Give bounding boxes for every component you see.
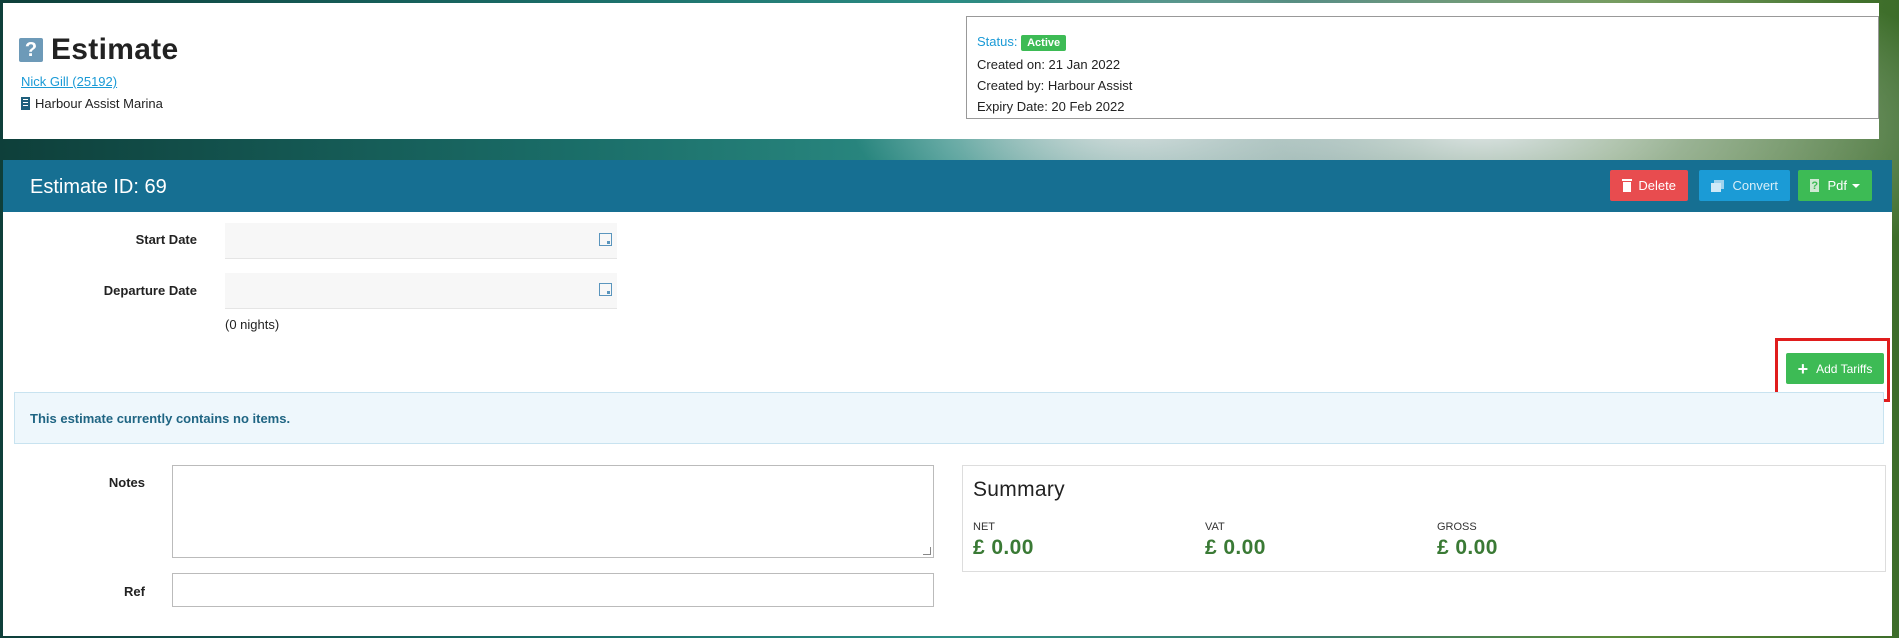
caret-down-icon (1852, 183, 1860, 188)
resize-handle[interactable] (923, 547, 931, 555)
summary-panel: Summary NET £ 0.00 VAT £ 0.00 GROSS £ 0.… (962, 465, 1886, 572)
ref-input[interactable] (172, 573, 934, 607)
add-tariffs-label: Add Tariffs (1816, 361, 1873, 376)
add-tariffs-button[interactable]: + Add Tariffs (1786, 353, 1884, 384)
gross-total: GROSS £ 0.00 (1437, 521, 1498, 560)
status-row: Status: Active (977, 31, 1868, 54)
net-label: NET (973, 521, 995, 533)
calendar-icon[interactable] (599, 233, 612, 246)
estimate-id-title: Estimate ID: 69 (30, 176, 167, 198)
convert-label: Convert (1732, 178, 1778, 193)
summary-title: Summary (973, 478, 1065, 501)
calendar-icon[interactable] (599, 283, 612, 296)
start-date-label: Start Date (135, 232, 197, 247)
copy-icon (1711, 179, 1725, 192)
notes-textarea[interactable] (172, 465, 934, 558)
estimate-main-card: Estimate ID: 69 Delete Convert ? Pdf Sta… (3, 160, 1892, 636)
page-title: Estimate (51, 33, 179, 66)
customer-link[interactable]: Nick Gill (25192) (21, 74, 117, 89)
start-date-input[interactable] (225, 223, 617, 259)
convert-button[interactable]: Convert (1699, 170, 1790, 201)
status-badge: Active (1021, 35, 1067, 51)
vat-value: £ 0.00 (1205, 536, 1266, 559)
ref-label: Ref (124, 584, 145, 599)
title-row: ? Estimate (19, 33, 178, 67)
created-on: Created on: 21 Jan 2022 (977, 57, 1121, 72)
expiry-date: Expiry Date: 20 Feb 2022 (977, 99, 1125, 114)
marina-row: Harbour Assist Marina (21, 96, 163, 111)
departure-date-label: Departure Date (103, 283, 197, 298)
help-icon[interactable]: ? (19, 38, 43, 62)
pdf-label: Pdf (1827, 178, 1847, 193)
trash-icon (1622, 179, 1633, 192)
nights-count: (0 nights) (225, 317, 280, 332)
marina-name: Harbour Assist Marina (35, 96, 163, 111)
empty-items-alert: This estimate currently contains no item… (14, 392, 1884, 444)
estimate-toolbar: Estimate ID: 69 Delete Convert ? Pdf (3, 160, 1892, 212)
delete-button[interactable]: Delete (1610, 170, 1688, 201)
net-value: £ 0.00 (973, 536, 1034, 559)
estimate-header-card: ? Estimate Nick Gill (25192) Harbour Ass… (3, 3, 1879, 139)
building-icon (21, 97, 30, 110)
status-panel: Status: Active Created on: 21 Jan 2022 C… (966, 16, 1879, 119)
created-by: Created by: Harbour Assist (977, 78, 1133, 93)
help-icon: ? (1810, 179, 1820, 192)
departure-date-input[interactable] (225, 273, 617, 309)
plus-icon: + (1797, 358, 1809, 379)
vat-label: VAT (1205, 521, 1225, 533)
vat-total: VAT £ 0.00 (1205, 521, 1266, 560)
status-label: Status: (977, 34, 1018, 49)
notes-label: Notes (108, 475, 145, 490)
gross-label: GROSS (1437, 521, 1477, 533)
pdf-dropdown-button[interactable]: ? Pdf (1798, 170, 1872, 201)
net-total: NET £ 0.00 (973, 521, 1034, 560)
gross-value: £ 0.00 (1437, 536, 1498, 559)
delete-label: Delete (1638, 178, 1676, 193)
